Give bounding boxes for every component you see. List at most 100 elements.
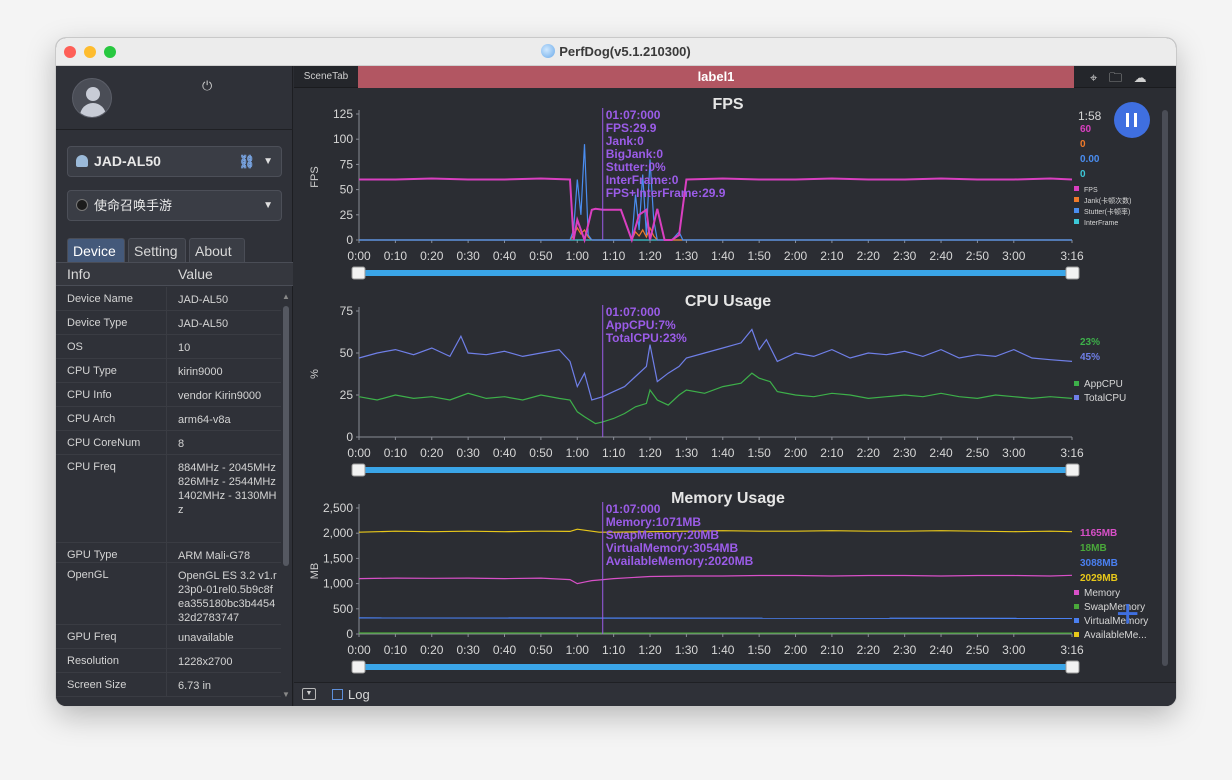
scene-label[interactable]: label1 [358, 66, 1074, 88]
cursor-value-label: Memory:1071MB [606, 515, 702, 529]
app-select[interactable]: 使命召唤手游 ▼ [67, 190, 282, 221]
column-divider [166, 287, 167, 310]
info-row: CPU Arch arm64-v8a [56, 407, 281, 431]
cursor-value-label: SwapMemory:20MB [606, 528, 720, 542]
avatar[interactable] [72, 78, 112, 118]
scroll-up-icon[interactable]: ▲ [282, 292, 290, 301]
legend-entry: Jank(卡顿次数) [1084, 196, 1131, 205]
x-tick-label: 2:40 [929, 643, 953, 657]
series-line [358, 372, 1073, 425]
scene-tab-button[interactable]: SceneTab [294, 66, 358, 88]
legend-current-value: 0 [1080, 169, 1086, 180]
x-tick-label: 1:40 [711, 446, 735, 460]
y-tick-label: 500 [333, 602, 353, 616]
cursor-value-label: Jank:0 [606, 134, 644, 148]
info-row: CPU Type kirin9000 [56, 359, 281, 383]
cursor-value-label: TotalCPU:23% [606, 331, 687, 345]
log-checkbox[interactable] [332, 689, 343, 700]
link-icon[interactable]: ⛓ [238, 147, 255, 176]
x-tick-label: 0:30 [456, 249, 480, 263]
info-row: Device Type JAD-AL50 [56, 311, 281, 335]
collapse-icon[interactable]: ▼ [302, 688, 316, 700]
legend-swatch [1074, 197, 1079, 202]
range-slider-handle-end[interactable] [1065, 660, 1080, 674]
info-row: CPU Info vendor Kirin9000 [56, 383, 281, 407]
tab-setting[interactable]: Setting [128, 238, 186, 262]
x-tick-label: 1:10 [602, 643, 626, 657]
x-tick-label: 0:30 [456, 643, 480, 657]
chart-title: FPS [712, 96, 743, 113]
x-tick-label: 2:40 [929, 249, 953, 263]
x-tick-label: 2:30 [893, 446, 917, 460]
x-tick-label: 0:40 [493, 643, 517, 657]
info-row: CPU CoreNum 8 [56, 431, 281, 455]
y-tick-label: 1,000 [323, 577, 353, 591]
main-scrollbar-thumb[interactable] [1162, 110, 1168, 666]
location-pin-icon[interactable]: ⌖ [1090, 70, 1097, 86]
x-tick-label: 1:30 [675, 249, 699, 263]
range-slider-track[interactable] [359, 664, 1072, 670]
info-key: GPU Type [67, 549, 118, 561]
info-value: vendor Kirin9000 [178, 390, 262, 402]
range-slider-handle-end[interactable] [1065, 266, 1080, 280]
legend-swatch [1074, 395, 1079, 400]
y-tick-label: 0 [346, 430, 353, 444]
range-slider-track[interactable] [359, 467, 1072, 473]
info-row: Device Name JAD-AL50 [56, 287, 281, 311]
main-scrollbar[interactable] [1160, 92, 1170, 680]
info-row: Resolution 1228x2700 [56, 649, 281, 673]
x-tick-label: 0:50 [529, 249, 553, 263]
value-column-header: Value [178, 266, 213, 282]
cloud-icon[interactable]: ☁ [1134, 70, 1147, 86]
range-slider-track[interactable] [359, 270, 1072, 276]
sidebar: ⏻ JAD-AL50 ⛓ ▼ 使命召唤手游 ▼ Device Setting A… [56, 66, 293, 706]
range-slider-handle-end[interactable] [1065, 463, 1080, 477]
android-icon [76, 155, 88, 167]
y-tick-label: 75 [340, 304, 354, 318]
scroll-down-icon[interactable]: ▼ [282, 690, 290, 699]
main-panel: SceneTab label1 ⌖ 🗀 ☁ FPS FPS 0 25 50 75 100 12… [294, 66, 1176, 706]
y-tick-label: 50 [340, 183, 354, 197]
legend-entry: TotalCPU [1084, 393, 1126, 404]
legend-swatch [1074, 381, 1079, 386]
sidebar-scrollbar[interactable]: ▲ ▼ [282, 292, 290, 702]
tab-device[interactable]: Device [67, 238, 125, 262]
legend-entry: Memory [1084, 588, 1120, 599]
cursor-time-label: 01:07:000 [606, 502, 661, 516]
pause-button[interactable] [1114, 102, 1150, 138]
x-tick-label: 3:00 [1002, 446, 1026, 460]
info-value: 1228x2700 [178, 656, 233, 668]
info-key: Resolution [67, 655, 119, 667]
x-tick-label: 0:40 [493, 446, 517, 460]
info-row: GPU Type ARM Mali-G78 [56, 543, 281, 563]
power-icon[interactable]: ⏻ [202, 78, 212, 94]
range-slider-handle-start[interactable] [351, 266, 366, 280]
x-tick-label: 1:00 [566, 446, 590, 460]
column-divider [166, 431, 167, 454]
legend-current-value: 2029MB [1080, 573, 1118, 584]
range-slider-handle-start[interactable] [351, 463, 366, 477]
device-select[interactable]: JAD-AL50 ⛓ ▼ [67, 146, 282, 177]
x-tick-label: 1:00 [566, 643, 590, 657]
info-value: arm64-v8a [178, 414, 231, 426]
info-value: 10 [178, 342, 191, 354]
info-row: Screen Size 6.73 in [56, 673, 281, 697]
chart-title: CPU Usage [685, 293, 771, 310]
y-tick-label: 2,500 [323, 501, 353, 515]
range-slider-handle-start[interactable] [351, 660, 366, 674]
add-chart-icon[interactable]: + [1116, 594, 1139, 634]
info-key: OS [67, 341, 83, 353]
x-tick-label: 2:30 [893, 643, 917, 657]
legend-swatch [1074, 208, 1079, 213]
cursor-value-label: BigJank:0 [606, 147, 664, 161]
info-key: Device Type [67, 317, 128, 329]
x-tick-label: 2:50 [966, 249, 990, 263]
scrollbar-thumb[interactable] [283, 306, 289, 566]
y-tick-label: 75 [340, 157, 354, 171]
info-row: GPU Freq unavailable [56, 625, 281, 649]
legend-swatch [1074, 618, 1079, 623]
chevron-down-icon: ▼ [263, 200, 273, 211]
y-tick-label: 2,000 [323, 526, 353, 540]
info-key: Device Name [67, 293, 134, 305]
tab-about[interactable]: About [189, 238, 245, 262]
